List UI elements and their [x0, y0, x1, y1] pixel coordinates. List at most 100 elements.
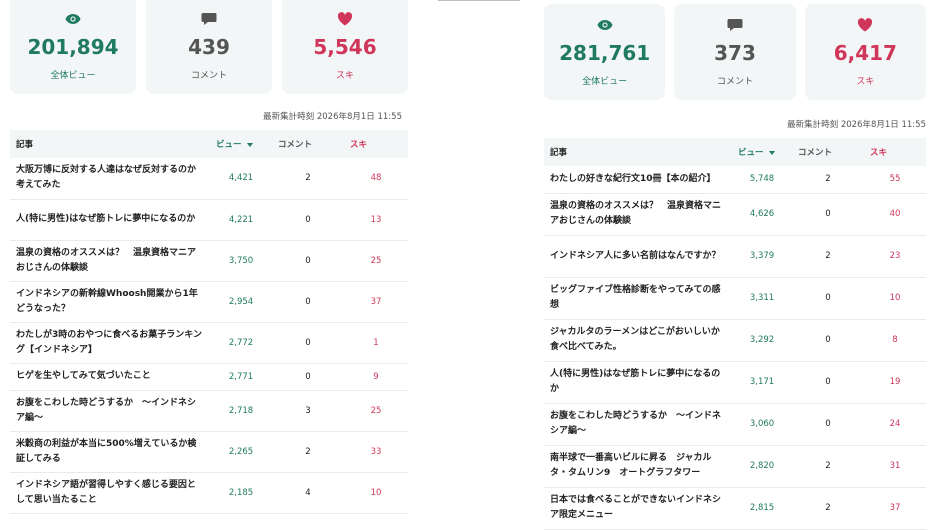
- total-views-label: 全体ビュー: [50, 71, 96, 81]
- likes-value: 6,417: [833, 41, 897, 65]
- article-title-link[interactable]: 大阪万博に反対する人達はなぜ反対するのか考えてみた: [10, 158, 210, 200]
- views-cell: 2,265: [210, 431, 272, 473]
- total-views-label: 全体ビュー: [582, 77, 628, 87]
- comments-cell: 0: [272, 199, 344, 241]
- table-row: 人(特に男性)はなぜ筋トレに夢中になるのか 3,171 0 19: [544, 361, 926, 404]
- comments-card: 373 コメント: [674, 4, 796, 100]
- table-row: お腹をこわした時どうするか 〜インドネシア編〜 2,718 3 25: [10, 390, 408, 432]
- likes-cell: 23: [864, 235, 926, 278]
- comment-icon: [674, 16, 795, 34]
- likes-cell: 37: [344, 281, 408, 323]
- article-title-link[interactable]: 温泉の資格のオススメは？ 温泉資格マニアおじさんの体験談: [10, 240, 210, 282]
- comments-value: 373: [714, 41, 756, 65]
- comments-cell: 2: [792, 445, 864, 488]
- article-title-link[interactable]: インドネシアの新幹線Whoosh開業から1年 どうなった？: [10, 281, 210, 323]
- likes-cell: 1: [344, 322, 408, 364]
- views-cell: 3,060: [732, 403, 792, 446]
- article-title-link[interactable]: 日本では食べることができないインドネシア限定メニュー: [544, 487, 732, 530]
- comments-cell: 0: [272, 322, 344, 364]
- total-views-card: 201,894 全体ビュー: [10, 0, 136, 94]
- eye-icon: [10, 10, 136, 28]
- table-row: インドネシアの新幹線Whoosh開業から1年 どうなった？ 2,954 0 37: [10, 281, 408, 323]
- article-title-link[interactable]: お腹をこわした時どうするか 〜インドネシア編〜: [544, 403, 732, 446]
- table-row: 南半球で一番高いビルに昇る ジャカルタ・タムリン9 オートグラフタワー 2,820…: [544, 445, 926, 488]
- comments-cell: 2: [272, 431, 344, 473]
- likes-cell: 9: [344, 363, 408, 391]
- views-column-header[interactable]: ビュー: [732, 138, 792, 166]
- likes-cell: 55: [864, 166, 926, 194]
- table-row: わたしが3時のおやつに食べるお菓子ランキング【インドネシア】 2,772 0 1: [10, 322, 408, 364]
- likes-cell: 10: [344, 472, 408, 514]
- comments-cell: 2: [792, 166, 864, 194]
- heart-icon: [805, 16, 926, 34]
- table-row: 米穀商の利益が本当に500%増えているか検証してみる 2,265 2 33: [10, 431, 408, 473]
- table-row: 日本では食べることができないインドネシア限定メニュー 2,815 2 37: [544, 487, 926, 530]
- views-cell: 3,311: [732, 277, 792, 320]
- comments-cell: 4: [272, 472, 344, 514]
- article-title-link[interactable]: ヒゲを生やしてみて気づいたこと: [10, 363, 210, 391]
- article-title-link[interactable]: 人(特に男性)はなぜ筋トレに夢中になるのか: [544, 361, 732, 404]
- comments-cell: 0: [272, 363, 344, 391]
- article-title-link[interactable]: 南半球で一番高いビルに昇る ジャカルタ・タムリン9 オートグラフタワー: [544, 445, 732, 488]
- left-stats-panel: 201,894 全体ビュー 439 コメント 5,546 スキ 最新集計時刻 2…: [10, 0, 408, 514]
- views-cell: 2,771: [210, 363, 272, 391]
- article-column-header: 記事: [544, 138, 732, 166]
- sort-down-icon: [246, 142, 253, 147]
- last-updated-timestamp: 最新集計時刻 2026年8月1日 11:55: [787, 120, 926, 130]
- article-title-link[interactable]: わたしが3時のおやつに食べるお菓子ランキング【インドネシア】: [10, 322, 210, 364]
- table-row: インドネシア語が習得しやすく感じる要因として思い当たること 2,185 4 10: [10, 472, 408, 514]
- views-header-label: ビュー: [216, 140, 242, 150]
- likes-cell: 31: [864, 445, 926, 488]
- likes-cell: 19: [864, 361, 926, 404]
- article-title-link[interactable]: ジャカルタのラーメンはどこがおいしいか食べ比べてみた。: [544, 319, 732, 362]
- articles-table: 記事 ビュー コメント スキ 大阪万博に反対する人達はなぜ反対するのか考えてみた…: [10, 130, 408, 514]
- views-cell: 2,820: [732, 445, 792, 488]
- article-title-link[interactable]: お腹をこわした時どうするか 〜インドネシア編〜: [10, 390, 210, 432]
- comments-value: 439: [188, 35, 230, 59]
- article-title-link[interactable]: ビッグファイブ性格診断をやってみての感想: [544, 277, 732, 320]
- views-cell: 5,748: [732, 166, 792, 194]
- likes-cell: 48: [344, 158, 408, 200]
- article-title-link[interactable]: 米穀商の利益が本当に500%増えているか検証してみる: [10, 431, 210, 473]
- table-row: ジャカルタのラーメンはどこがおいしいか食べ比べてみた。 3,292 0 8: [544, 319, 926, 362]
- right-stats-panel: 281,761 全体ビュー 373 コメント 6,417 スキ 最新集計時刻 2…: [544, 0, 926, 530]
- views-column-header[interactable]: ビュー: [210, 130, 272, 158]
- table-header-row: 記事 ビュー コメント スキ: [10, 130, 408, 158]
- likes-label: スキ: [335, 71, 354, 81]
- article-title-link[interactable]: インドネシア人に多い名前はなんですか？: [544, 235, 732, 278]
- comments-column-header[interactable]: コメント: [272, 130, 344, 158]
- comments-cell: 0: [272, 240, 344, 282]
- table-row: 人(特に男性)はなぜ筋トレに夢中になるのか 4,221 0 13: [10, 199, 408, 241]
- views-cell: 2,718: [210, 390, 272, 432]
- comments-cell: 0: [272, 281, 344, 323]
- comments-cell: 0: [792, 403, 864, 446]
- views-cell: 3,171: [732, 361, 792, 404]
- comments-cell: 0: [792, 193, 864, 236]
- table-row: 温泉の資格のオススメは？ 温泉資格マニアおじさんの体験談 4,626 0 40: [544, 193, 926, 236]
- table-row: ビッグファイブ性格診断をやってみての感想 3,311 0 10: [544, 277, 926, 320]
- article-title-link[interactable]: わたしの好きな紀行文10冊【本の紹介】: [544, 166, 732, 194]
- likes-card: 6,417 スキ: [804, 4, 926, 100]
- likes-column-header[interactable]: スキ: [864, 138, 926, 166]
- table-row: 温泉の資格のオススメは？ 温泉資格マニアおじさんの体験談 3,750 0 25: [10, 240, 408, 282]
- comments-column-header[interactable]: コメント: [792, 138, 864, 166]
- table-row: わたしの好きな紀行文10冊【本の紹介】 5,748 2 55: [544, 166, 926, 194]
- views-cell: 3,379: [732, 235, 792, 278]
- likes-cell: 10: [864, 277, 926, 320]
- views-cell: 4,421: [210, 158, 272, 200]
- comments-cell: 0: [792, 319, 864, 362]
- heart-icon: [282, 10, 408, 28]
- stat-cards: 281,761 全体ビュー 373 コメント 6,417 スキ: [544, 4, 926, 100]
- article-title-link[interactable]: 温泉の資格のオススメは？ 温泉資格マニアおじさんの体験談: [544, 193, 732, 236]
- views-cell: 3,292: [732, 319, 792, 362]
- views-cell: 3,750: [210, 240, 272, 282]
- comment-icon: [146, 10, 272, 28]
- article-title-link[interactable]: 人(特に男性)はなぜ筋トレに夢中になるのか: [10, 199, 210, 241]
- table-row: お腹をこわした時どうするか 〜インドネシア編〜 3,060 0 24: [544, 403, 926, 446]
- table-header-row: 記事 ビュー コメント スキ: [544, 138, 926, 166]
- eye-icon: [544, 16, 665, 34]
- likes-cell: 25: [344, 240, 408, 282]
- article-title-link[interactable]: インドネシア語が習得しやすく感じる要因として思い当たること: [10, 472, 210, 514]
- likes-column-header[interactable]: スキ: [344, 130, 408, 158]
- likes-cell: 24: [864, 403, 926, 446]
